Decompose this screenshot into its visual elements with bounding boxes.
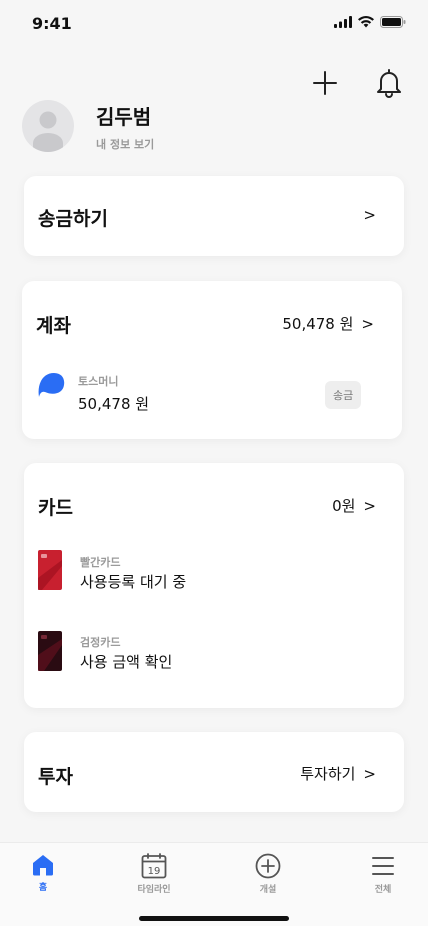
- accounts-title: 계좌: [36, 315, 71, 337]
- accounts-total[interactable]: 50,478 원 >: [282, 313, 374, 334]
- status-icons: [334, 16, 406, 28]
- chevron-right-icon: >: [363, 206, 376, 224]
- transfer-card[interactable]: 송금하기 >: [24, 176, 404, 256]
- home-icon: [33, 855, 53, 876]
- account-label: 토스머니: [78, 375, 119, 388]
- tab-label: 전체: [374, 885, 392, 895]
- tab-open[interactable]: 개설: [228, 853, 308, 895]
- person-icon: [33, 111, 63, 152]
- invest-action[interactable]: 투자하기 >: [300, 763, 376, 784]
- account-amount: 50,478 원: [78, 395, 150, 413]
- add-button[interactable]: [310, 66, 340, 100]
- tab-all[interactable]: 전체: [343, 853, 423, 895]
- profile-name: 김두범: [96, 104, 152, 129]
- bell-icon: [377, 69, 401, 98]
- tab-label: 타임라인: [137, 885, 171, 895]
- plus-circle-icon: [255, 853, 281, 879]
- red-card-icon: [38, 550, 62, 590]
- cards-title: 카드: [38, 497, 73, 519]
- cards-total[interactable]: 0원 >: [332, 495, 376, 516]
- chevron-right-icon: >: [363, 496, 376, 515]
- chevron-right-icon: >: [363, 764, 376, 783]
- cards-card: 카드 0원 > 빨간카드 사용등록 대기 중 검정카드 사용 금액 확인: [24, 463, 404, 708]
- profile-section[interactable]: 김두범 내 정보 보기: [22, 100, 154, 152]
- card-status: 사용 금액 확인: [80, 653, 173, 671]
- wifi-icon: [358, 16, 374, 28]
- tab-label: 홈: [38, 883, 48, 893]
- transfer-chevron[interactable]: >: [363, 206, 376, 224]
- card-status: 사용등록 대기 중: [80, 573, 187, 591]
- invest-action-label: 투자하기: [300, 765, 356, 783]
- profile-text: 김두범 내 정보 보기: [96, 101, 154, 152]
- card-label: 검정카드: [80, 636, 121, 649]
- invest-card[interactable]: 투자 투자하기 >: [24, 732, 404, 812]
- tab-timeline[interactable]: 19 타임라인: [114, 853, 194, 895]
- chevron-right-icon: >: [361, 314, 374, 333]
- send-button[interactable]: 송금: [325, 381, 362, 409]
- notification-button[interactable]: [374, 66, 404, 100]
- tab-label: 개설: [259, 885, 277, 895]
- top-actions: [310, 66, 404, 100]
- avatar: [22, 100, 74, 152]
- profile-view-link[interactable]: 내 정보 보기: [96, 136, 154, 152]
- black-card-icon: [38, 631, 62, 671]
- invest-title: 투자: [38, 766, 73, 788]
- cards-total-amount: 0원: [332, 497, 356, 515]
- battery-icon: [380, 16, 406, 28]
- calendar-icon: 19: [141, 853, 167, 879]
- accounts-card: 계좌 50,478 원 > 토스머니 50,478 원 송금: [22, 281, 402, 439]
- menu-icon: [372, 857, 394, 875]
- signal-icon: [334, 16, 352, 28]
- tab-bar: 홈 19 타임라인 개설 전체: [0, 842, 428, 926]
- calendar-date: 19: [148, 866, 161, 877]
- transfer-title: 송금하기: [38, 208, 108, 230]
- accounts-total-amount: 50,478 원: [282, 315, 354, 333]
- plus-icon: [313, 71, 337, 95]
- card-label: 빨간카드: [80, 556, 121, 569]
- toss-money-icon: [38, 373, 65, 397]
- home-indicator: [139, 916, 289, 921]
- status-bar: 9:41: [0, 0, 428, 48]
- tab-home[interactable]: 홈: [3, 853, 83, 893]
- status-time: 9:41: [32, 14, 72, 33]
